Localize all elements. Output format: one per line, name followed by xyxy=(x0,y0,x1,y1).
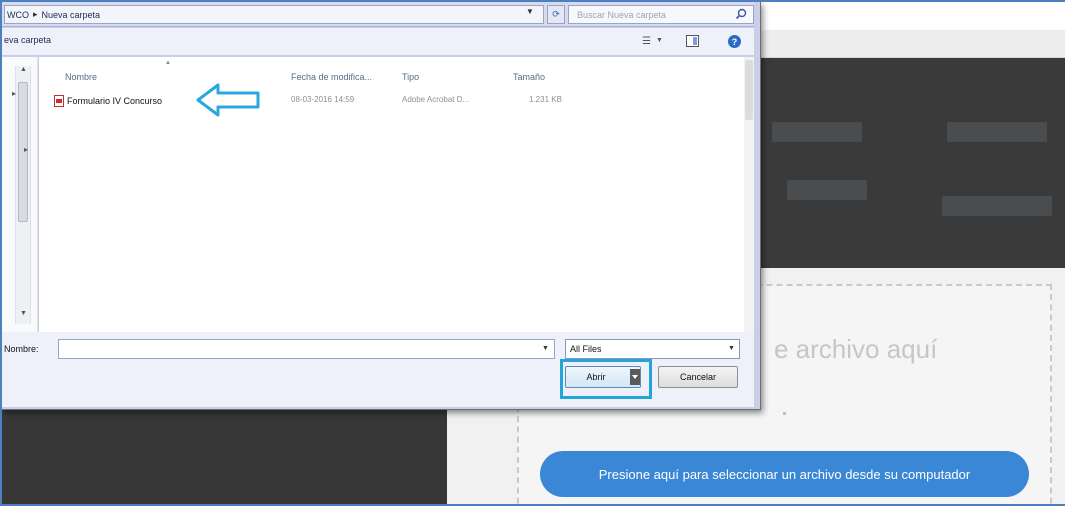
open-button-label: Abrir xyxy=(586,372,606,382)
select-file-button[interactable]: Presione aquí para seleccionar un archiv… xyxy=(540,451,1029,497)
column-header-date[interactable]: Fecha de modifica... xyxy=(291,72,372,82)
file-name: Formulario IV Concurso xyxy=(67,96,163,106)
chevron-down-icon[interactable]: ▼ xyxy=(542,345,549,352)
drop-zone-text: e archivo aquí xyxy=(774,334,938,364)
column-header-name[interactable]: Nombre xyxy=(65,72,97,82)
folder-label: eva carpeta xyxy=(4,35,52,45)
column-header-type[interactable]: Tipo xyxy=(402,72,419,82)
help-icon[interactable]: ? xyxy=(728,35,741,48)
file-type-value: All Files xyxy=(570,344,602,354)
screenshot-frame: e archivo aquí Presione aquí para selecc… xyxy=(0,0,1065,506)
address-bar: WCO ▸ Nueva carpeta ▼ ⟳ Buscar Nueva car… xyxy=(2,2,754,27)
separator-dot xyxy=(783,412,786,415)
view-options-icon[interactable]: ☰ xyxy=(642,36,651,47)
blurred-button xyxy=(947,122,1047,142)
breadcrumb-item[interactable]: WCO xyxy=(7,10,29,20)
blurred-button xyxy=(787,180,867,200)
breadcrumb-item[interactable]: Nueva carpeta xyxy=(42,10,101,20)
file-type-select[interactable]: All Files xyxy=(565,339,740,359)
file-open-dialog: WCO ▸ Nueva carpeta ▼ ⟳ Buscar Nueva car… xyxy=(2,2,761,410)
file-size: 1.231 KB xyxy=(529,95,562,104)
address-field[interactable]: WCO ▸ Nueva carpeta xyxy=(4,5,544,24)
search-placeholder: Buscar Nueva carpeta xyxy=(577,9,667,20)
sort-indicator-icon: ▲ xyxy=(165,60,171,66)
column-header-size[interactable]: Tamaño xyxy=(513,72,545,82)
filename-label: Nombre: xyxy=(4,344,39,354)
blurred-button xyxy=(942,196,1052,216)
file-list-scrollbar-thumb[interactable] xyxy=(745,60,753,120)
open-dropdown-icon[interactable] xyxy=(630,369,640,385)
tree-marker-icon: ▸ xyxy=(24,145,29,154)
filename-input[interactable] xyxy=(58,339,555,359)
search-input[interactable]: Buscar Nueva carpeta xyxy=(568,5,754,24)
file-date: 08-03-2016 14:59 xyxy=(291,95,355,104)
tree-marker-icon: ▸ xyxy=(12,89,17,98)
preview-pane-icon[interactable] xyxy=(686,35,699,47)
chevron-down-icon[interactable]: ▼ xyxy=(526,7,534,16)
scroll-up-icon[interactable]: ▲ xyxy=(20,66,27,73)
cancel-button[interactable]: Cancelar xyxy=(658,366,738,388)
chevron-down-icon[interactable]: ▼ xyxy=(656,37,663,44)
page-toolbar-strip xyxy=(757,30,1065,58)
scroll-down-icon[interactable]: ▼ xyxy=(20,310,27,317)
open-button[interactable]: Abrir xyxy=(565,366,641,388)
dialog-toolbar: eva carpeta ☰ ▼ ? xyxy=(2,28,754,56)
page-dark-lower xyxy=(2,407,447,504)
file-type: Adobe Acrobat D... xyxy=(402,95,470,104)
page-header xyxy=(757,2,1065,30)
blurred-button xyxy=(772,122,862,142)
pointer-arrow-icon xyxy=(196,83,260,117)
search-icon xyxy=(735,8,747,20)
breadcrumb-separator-icon: ▸ xyxy=(33,9,38,19)
refresh-icon: ⟳ xyxy=(552,9,560,19)
chevron-down-icon[interactable]: ▼ xyxy=(728,345,735,352)
refresh-button[interactable]: ⟳ xyxy=(547,5,565,24)
pdf-icon xyxy=(54,95,64,107)
